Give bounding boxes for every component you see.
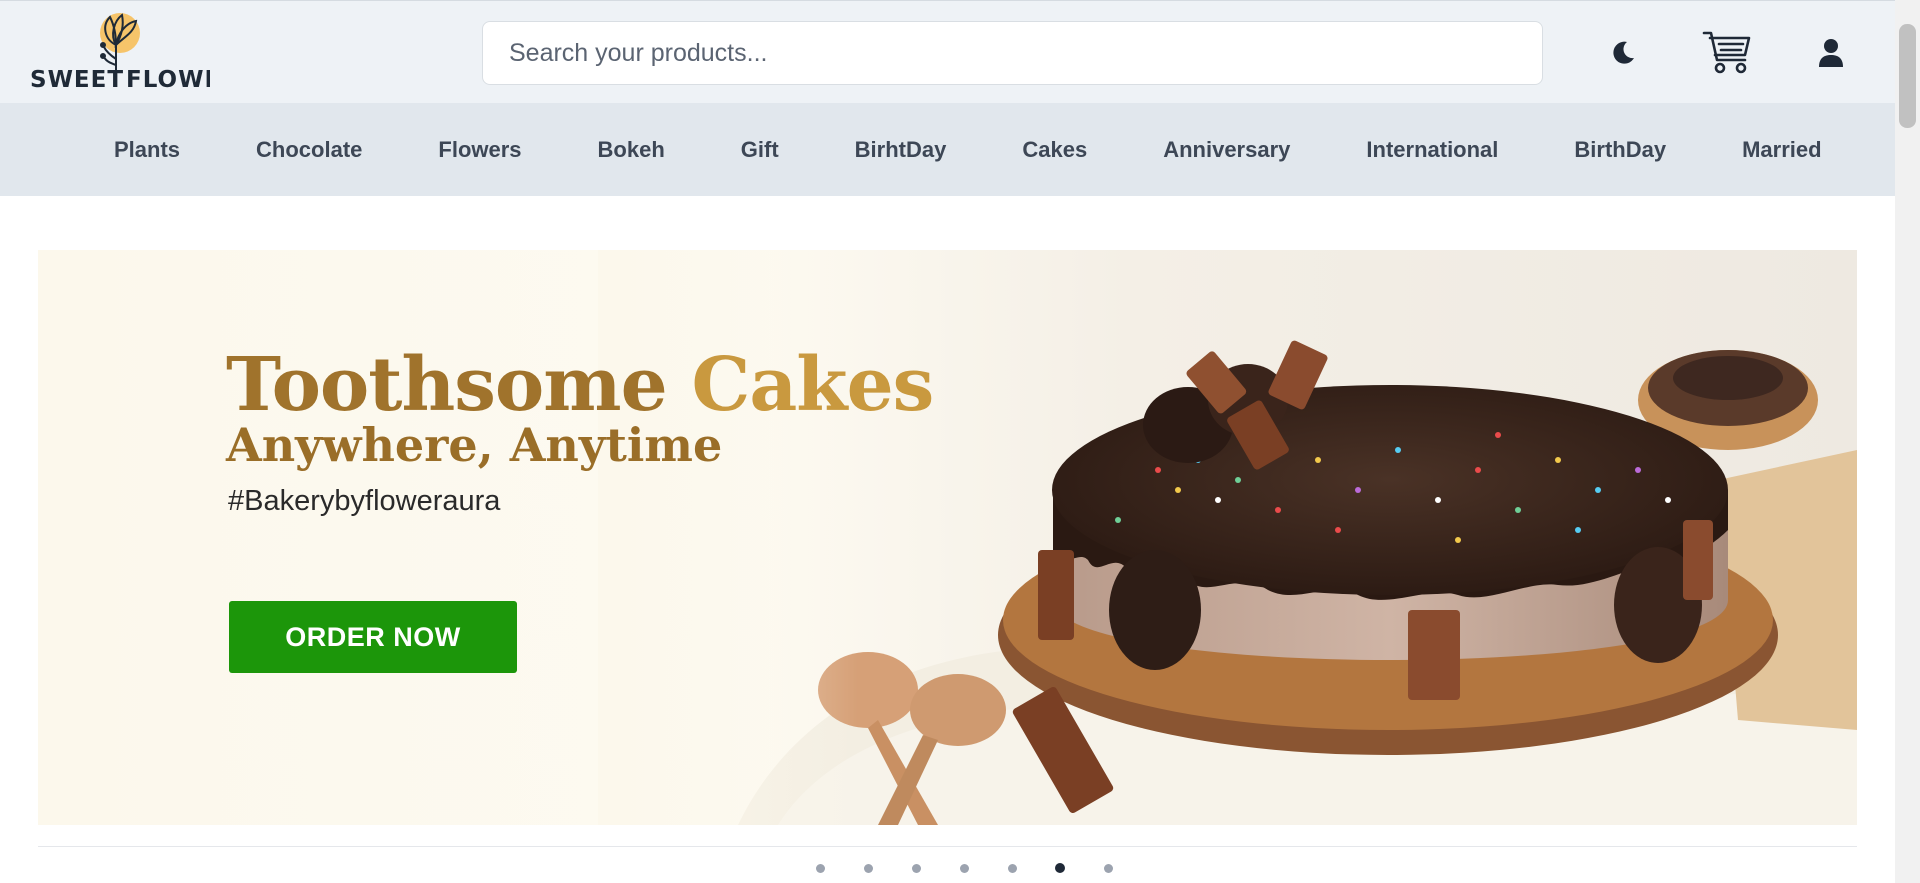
hero-banner[interactable]: Toothsome Cakes Anywhere, Anytime #Baker… (38, 250, 1857, 825)
category-plants[interactable]: Plants (76, 137, 218, 163)
carousel-dot-3[interactable] (892, 862, 940, 874)
category-nav: Plants Chocolate Flowers Bokeh Gift Birh… (0, 103, 1895, 196)
category-list: Plants Chocolate Flowers Bokeh Gift Birh… (76, 103, 1860, 196)
category-gift[interactable]: Gift (703, 137, 817, 163)
banner-tagline: #Bakerybyfloweraura (228, 485, 501, 517)
account-button[interactable] (1801, 23, 1861, 83)
cart-icon (1702, 31, 1751, 74)
category-married[interactable]: Married (1704, 137, 1859, 163)
site-header: SWEET FLOWER (0, 0, 1895, 103)
scrollbar-thumb[interactable] (1899, 24, 1916, 128)
cart-button[interactable] (1697, 23, 1757, 83)
carousel-dot-6-active[interactable] (1036, 862, 1084, 874)
category-anniversary[interactable]: Anniversary (1125, 137, 1328, 163)
banner-subtitle: Anywhere, Anytime (226, 418, 723, 472)
order-now-button[interactable]: ORDER NOW (229, 601, 517, 673)
category-international[interactable]: International (1328, 137, 1536, 163)
carousel-dot-1[interactable] (796, 862, 844, 874)
category-birthday[interactable]: BirthDay (1536, 137, 1704, 163)
moon-icon (1613, 41, 1634, 64)
sweet-flower-logo[interactable]: SWEET FLOWER (30, 11, 210, 95)
banner-title: Toothsome Cakes (226, 342, 934, 428)
category-flowers[interactable]: Flowers (400, 137, 559, 163)
category-bokeh[interactable]: Bokeh (560, 137, 703, 163)
category-cakes[interactable]: Cakes (984, 137, 1125, 163)
dark-mode-toggle[interactable] (1592, 23, 1652, 83)
search-input[interactable] (482, 21, 1543, 85)
carousel-dot-5[interactable] (988, 862, 1036, 874)
logo-text-sweet: SWEET (30, 67, 124, 93)
category-chocolate[interactable]: Chocolate (218, 137, 400, 163)
vertical-scrollbar[interactable] (1895, 0, 1920, 883)
cake-illustration (598, 250, 1857, 825)
divider (38, 846, 1857, 847)
page: SWEET FLOWER (0, 0, 1920, 883)
carousel-dot-2[interactable] (844, 862, 892, 874)
carousel-dot-7[interactable] (1084, 862, 1132, 874)
banner-title-part2: Cakes (691, 342, 934, 428)
logo-text-flower: FLOWER (126, 67, 210, 93)
user-icon (1819, 39, 1843, 67)
carousel-dot-4[interactable] (940, 862, 988, 874)
carousel-dots (796, 862, 1132, 874)
banner-title-part1: Toothsome (226, 342, 668, 428)
category-birhtday[interactable]: BirhtDay (817, 137, 985, 163)
